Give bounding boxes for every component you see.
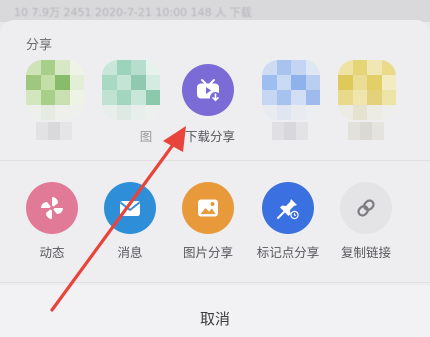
share-app-5[interactable]	[334, 60, 400, 150]
action-label: 复制链接	[340, 245, 392, 260]
share-app-4[interactable]	[258, 60, 324, 150]
action-moments[interactable]: 动态	[20, 180, 86, 270]
share-app-download[interactable]: 下载分享	[176, 60, 246, 150]
status-bar: 10 7.9万 2451 2020-7-21 10:00 148 人 下载	[0, 0, 430, 22]
blurred-app-icon	[262, 60, 320, 120]
blurred-app-icon	[338, 60, 396, 120]
download-share-label: 下载分享	[184, 129, 236, 144]
action-image-share[interactable]: 图片分享	[176, 180, 242, 270]
blurred-app-label	[36, 122, 72, 140]
share-section-title: 分享	[26, 38, 53, 53]
tv-download-icon	[182, 64, 234, 116]
section-divider	[0, 160, 430, 161]
blurred-app-icon	[26, 60, 84, 120]
link-icon	[340, 182, 392, 234]
share-app-1[interactable]	[22, 60, 88, 150]
blurred-app-label	[272, 122, 308, 140]
action-label: 消息	[117, 245, 143, 260]
pin-icon	[262, 182, 314, 234]
share-app-label: 图	[139, 129, 153, 144]
pinwheel-icon	[26, 182, 78, 234]
action-copy-link[interactable]: 复制链接	[334, 180, 400, 270]
cancel-label: 取消	[199, 310, 231, 328]
share-app-2[interactable]: 图	[98, 60, 164, 150]
action-label: 标记点分享	[256, 245, 320, 260]
image-icon	[182, 182, 234, 234]
action-label: 动态	[39, 245, 65, 260]
envelope-icon	[104, 182, 156, 234]
blurred-app-icon	[102, 60, 160, 120]
action-message[interactable]: 消息	[98, 180, 164, 270]
status-bar-text: 10 7.9万 2451 2020-7-21 10:00 148 人 下载	[14, 6, 252, 19]
action-marker-share[interactable]: 标记点分享	[254, 180, 324, 270]
action-label: 图片分享	[182, 245, 234, 260]
cancel-divider	[0, 282, 430, 283]
blurred-app-label	[348, 122, 384, 140]
